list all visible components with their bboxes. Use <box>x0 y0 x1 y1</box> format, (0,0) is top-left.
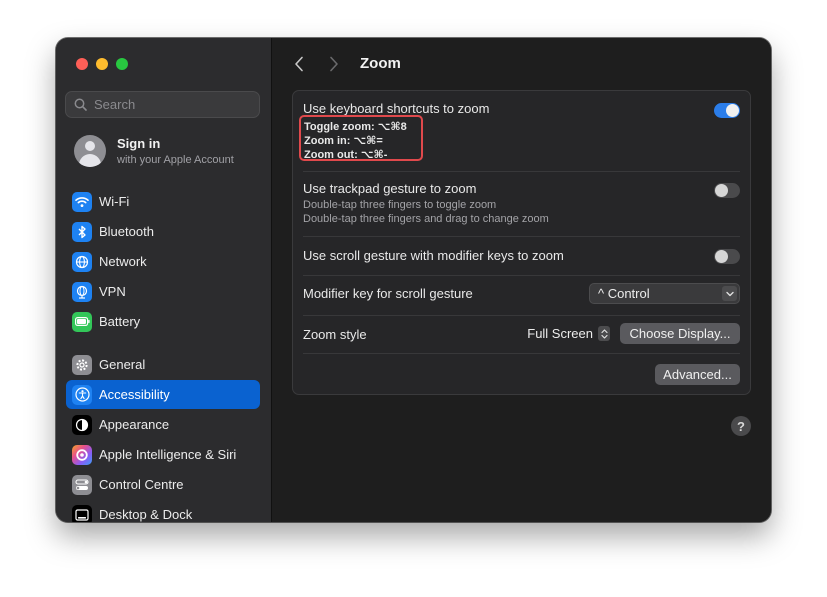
shortcut-highlight-box: Toggle zoom: ⌥⌘8 Zoom in: ⌥⌘= Zoom out: … <box>299 115 423 161</box>
zoom-out-shortcut: Zoom out: ⌥⌘- <box>304 149 388 161</box>
sidebar-item-label: Control Centre <box>99 477 184 492</box>
sidebar-item-label: Battery <box>99 314 141 329</box>
main-content: Zoom Use keyboard shortcuts to zoom Togg… <box>272 38 771 522</box>
keyboard-shortcuts-label: Use keyboard shortcuts to zoom <box>303 101 490 116</box>
choose-display-button[interactable]: Choose Display... <box>620 323 740 344</box>
trackpad-gesture-toggle[interactable] <box>714 183 740 198</box>
sidebar-item-wifi[interactable]: Wi-Fi <box>66 187 260 216</box>
zoom-style-row: Zoom style Full Screen Choose Display... <box>303 323 740 345</box>
sidebar-item-label: Wi-Fi <box>99 194 130 209</box>
sidebar: Sign in with your Apple Account Wi-Fi Bl… <box>56 38 272 522</box>
sidebar-item-battery[interactable]: Battery <box>66 307 260 336</box>
divider <box>303 353 740 354</box>
modifier-key-row: Modifier key for scroll gesture ^ Contro… <box>303 283 740 305</box>
toggle-zoom-shortcut: Toggle zoom: ⌥⌘8 <box>304 121 407 133</box>
account-signin[interactable]: Sign in with your Apple Account <box>74 135 234 167</box>
account-subtitle: with your Apple Account <box>117 154 234 166</box>
fullscreen-button[interactable] <box>116 58 128 70</box>
sidebar-item-label: Appearance <box>99 417 170 432</box>
sidebar-item-label: Apple Intelligence & Siri <box>99 447 237 462</box>
siri-icon <box>72 444 92 465</box>
vpn-globe-icon <box>72 281 92 302</box>
sidebar-item-bluetooth[interactable]: Bluetooth <box>66 217 260 246</box>
appearance-icon <box>72 414 92 435</box>
zoom-style-popup[interactable]: Full Screen <box>527 326 610 341</box>
help-button[interactable]: ? <box>731 416 751 436</box>
modifier-key-label: Modifier key for scroll gesture <box>303 286 473 301</box>
divider <box>303 171 740 172</box>
wifi-icon <box>72 191 92 212</box>
modifier-key-value: ^ Control <box>598 286 650 301</box>
forward-button[interactable] <box>325 54 343 74</box>
control-centre-icon <box>72 474 92 495</box>
trackpad-desc-drag: Double-tap three fingers and drag to cha… <box>303 213 549 225</box>
trackpad-desc-toggle: Double-tap three fingers to toggle zoom <box>303 199 497 211</box>
scroll-gesture-row: Use scroll gesture with modifier keys to… <box>303 248 740 268</box>
chevron-down-icon <box>722 286 737 301</box>
chevron-left-icon <box>295 56 303 72</box>
sidebar-item-label: General <box>99 357 146 372</box>
sidebar-item-general[interactable]: General <box>66 350 260 379</box>
sidebar-item-label: VPN <box>99 284 126 299</box>
sidebar-item-vpn[interactable]: VPN <box>66 277 260 306</box>
sidebar-item-accessibility[interactable]: Accessibility <box>66 380 260 409</box>
sidebar-item-apple-intelligence-siri[interactable]: Apple Intelligence & Siri <box>66 440 260 469</box>
accessibility-icon <box>72 384 92 405</box>
window-controls <box>76 58 128 70</box>
avatar <box>74 135 106 167</box>
battery-icon <box>72 311 92 332</box>
trackpad-gesture-row: Use trackpad gesture to zoom Double-tap … <box>303 181 740 225</box>
advanced-button[interactable]: Advanced... <box>655 364 740 385</box>
back-button[interactable] <box>290 54 308 74</box>
zoom-style-value: Full Screen <box>527 326 593 341</box>
sidebar-item-label: Bluetooth <box>99 224 154 239</box>
zoom-in-shortcut: Zoom in: ⌥⌘= <box>304 135 383 147</box>
sidebar-item-label: Accessibility <box>99 387 170 402</box>
page-title: Zoom <box>360 55 401 72</box>
bluetooth-icon <box>72 221 92 242</box>
search-icon <box>74 98 87 111</box>
sidebar-item-network[interactable]: Network <box>66 247 260 276</box>
minimize-button[interactable] <box>96 58 108 70</box>
zoom-style-label: Zoom style <box>303 327 367 342</box>
close-button[interactable] <box>76 58 88 70</box>
search-field[interactable] <box>65 91 260 118</box>
sidebar-item-label: Desktop & Dock <box>99 507 193 522</box>
gear-icon <box>72 354 92 375</box>
zoom-settings-panel: Use keyboard shortcuts to zoom Toggle zo… <box>292 90 751 395</box>
sidebar-item-control-centre[interactable]: Control Centre <box>66 470 260 499</box>
search-input[interactable] <box>92 96 246 113</box>
trackpad-gesture-label: Use trackpad gesture to zoom <box>303 181 477 196</box>
account-title: Sign in <box>117 136 161 151</box>
sidebar-item-desktop-dock[interactable]: Desktop & Dock <box>66 500 260 522</box>
settings-window: Sign in with your Apple Account Wi-Fi Bl… <box>56 38 771 522</box>
sidebar-item-label: Network <box>99 254 147 269</box>
divider <box>303 275 740 276</box>
scroll-gesture-toggle[interactable] <box>714 249 740 264</box>
desktop-dock-icon <box>72 504 92 522</box>
globe-icon <box>72 251 92 272</box>
divider <box>303 315 740 316</box>
chevron-right-icon <box>330 56 338 72</box>
keyboard-shortcuts-toggle[interactable] <box>714 103 740 118</box>
updown-chevron-icon <box>598 326 610 341</box>
divider <box>303 236 740 237</box>
sidebar-item-appearance[interactable]: Appearance <box>66 410 260 439</box>
scroll-gesture-label: Use scroll gesture with modifier keys to… <box>303 248 564 263</box>
modifier-key-select[interactable]: ^ Control <box>589 283 740 304</box>
